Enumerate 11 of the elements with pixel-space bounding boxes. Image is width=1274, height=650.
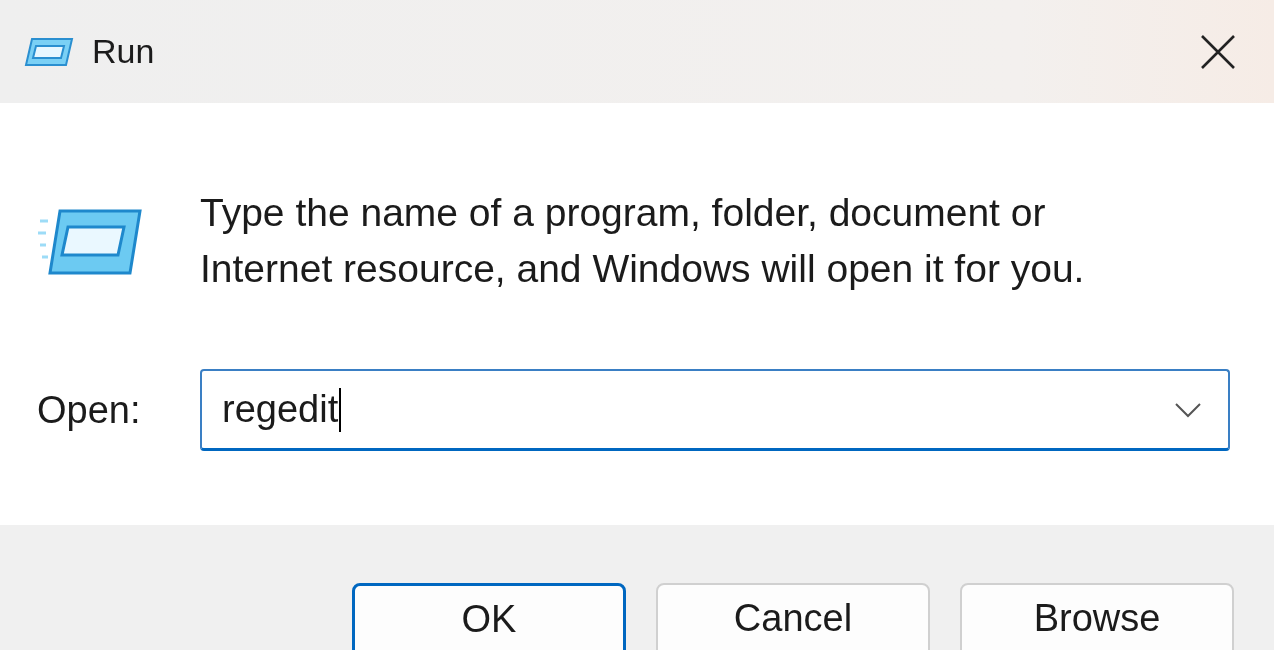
instruction-text: Type the name of a program, folder, document or Internet resource, and Windows will open it for you. (200, 190, 1086, 292)
window-title: Run (92, 32, 156, 71)
text-cursor (339, 387, 342, 432)
open-label: Open: (37, 388, 142, 432)
run-app-icon (38, 209, 142, 277)
dialog-button[interactable]: Browse (960, 583, 1234, 650)
dialog-button[interactable]: OK (352, 583, 626, 650)
open-combo-box[interactable]: regedit (200, 369, 1230, 451)
close-icon[interactable] (1200, 33, 1236, 70)
dialog-button[interactable]: Cancel (656, 583, 930, 650)
dropdown-chevron-icon[interactable] (1174, 401, 1202, 418)
